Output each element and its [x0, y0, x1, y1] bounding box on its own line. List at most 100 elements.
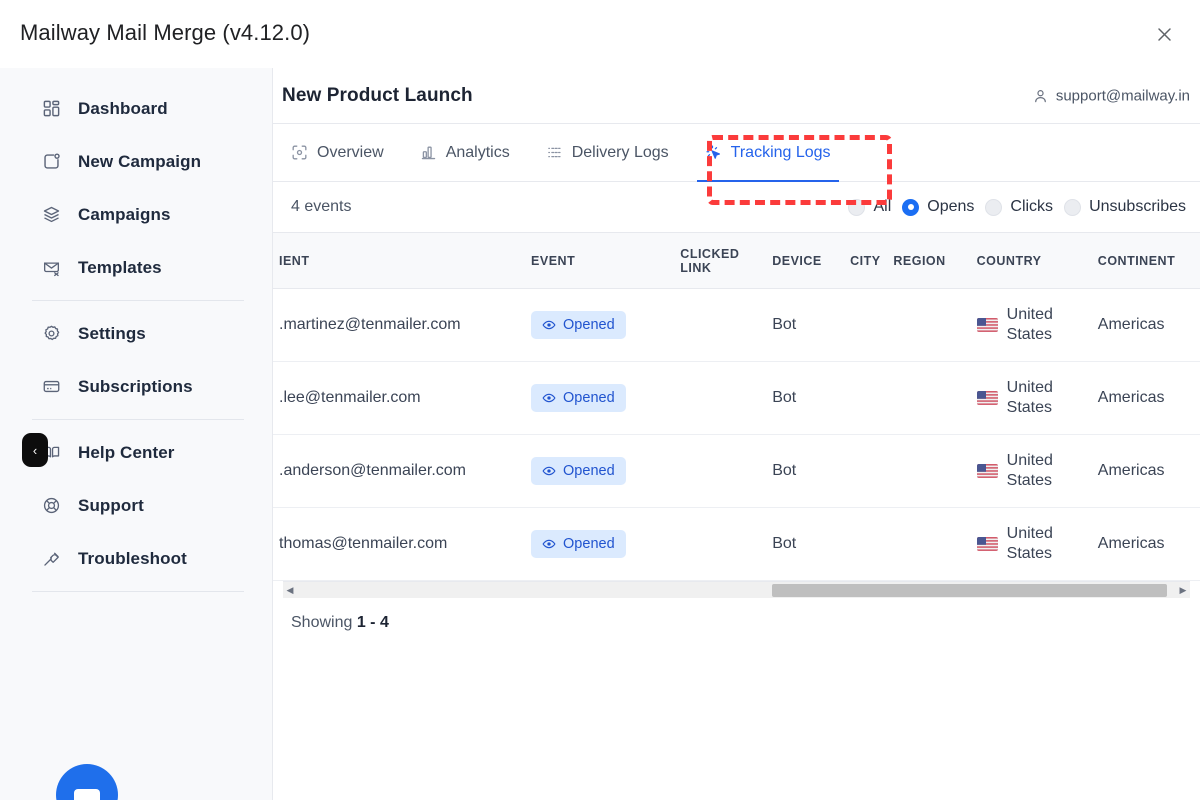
tab-label: Analytics	[446, 144, 510, 162]
cell-clicked-link	[674, 362, 766, 435]
sidebar-item-label: Settings	[78, 324, 146, 344]
us-flag-icon	[977, 537, 998, 551]
eye-icon	[542, 318, 556, 332]
scroll-left-arrow-icon[interactable]: ◀	[283, 585, 297, 596]
column-header-city[interactable]: CITY	[844, 233, 887, 289]
tracking-logs-icon	[705, 144, 722, 161]
radio-all[interactable]: All	[848, 198, 891, 216]
showing-range: 1 - 4	[357, 614, 389, 631]
sidebar-item-label: Dashboard	[78, 99, 168, 119]
status-badge-label: Opened	[563, 463, 615, 479]
sidebar-nav: Dashboard New Campaign	[0, 68, 272, 592]
status-badge-label: Opened	[563, 317, 615, 333]
cell-continent: Americas	[1092, 362, 1200, 435]
cell-continent: Americas	[1092, 289, 1200, 362]
us-flag-icon	[977, 318, 998, 332]
new-campaign-icon	[40, 151, 62, 173]
dashboard-icon	[40, 98, 62, 120]
sidebar-item-templates[interactable]: Templates	[0, 241, 272, 294]
tab-delivery-logs[interactable]: Delivery Logs	[546, 124, 669, 182]
column-header-event[interactable]: EVENT	[525, 233, 674, 289]
cell-event: Opened	[525, 289, 674, 362]
sidebar-item-subscriptions[interactable]: Subscriptions	[0, 360, 272, 413]
sidebar-divider	[32, 300, 244, 301]
sidebar-item-dashboard[interactable]: Dashboard	[0, 82, 272, 135]
radio-clicks[interactable]: Clicks	[985, 198, 1053, 216]
showing-label: Showing	[291, 614, 352, 631]
column-header-recipient[interactable]: IENT	[273, 233, 525, 289]
eye-icon	[542, 537, 556, 551]
sidebar-divider	[32, 591, 244, 592]
sidebar-collapse-toggle[interactable]: ‹	[22, 433, 48, 467]
cell-recipient: thomas@tenmailer.com	[273, 508, 525, 581]
cell-region	[887, 508, 970, 581]
radio-dot-icon	[848, 199, 865, 216]
table-row[interactable]: .anderson@tenmailer.com Opened	[273, 435, 1200, 508]
main-panel: New Product Launch support@mailway.in	[273, 68, 1200, 800]
sidebar-item-label: Support	[78, 496, 144, 516]
cell-clicked-link	[674, 435, 766, 508]
sidebar-item-label: Help Center	[78, 443, 175, 463]
sidebar-item-label: Campaigns	[78, 205, 171, 225]
table-body: .martinez@tenmailer.com Opened	[273, 289, 1200, 581]
cell-continent: Americas	[1092, 435, 1200, 508]
cell-country: United States	[971, 362, 1092, 435]
us-flag-icon	[977, 391, 998, 405]
sidebar-item-label: Templates	[78, 258, 162, 278]
sidebar-item-support[interactable]: Support	[0, 479, 272, 532]
templates-icon	[40, 257, 62, 279]
scrollbar-track[interactable]	[297, 582, 1176, 599]
column-header-country[interactable]: COUNTRY	[971, 233, 1092, 289]
cell-country: United States	[971, 435, 1092, 508]
radio-unsubscribes[interactable]: Unsubscribes	[1064, 198, 1186, 216]
account-email: support@mailway.in	[1056, 87, 1190, 104]
cell-country: United States	[971, 508, 1092, 581]
column-header-clicked-link[interactable]: CLICKED LINK	[674, 233, 766, 289]
table-horizontal-scrollbar[interactable]: ◀ ▶	[283, 581, 1190, 598]
campaign-header: New Product Launch support@mailway.in	[273, 68, 1200, 124]
scrollbar-thumb[interactable]	[772, 584, 1168, 597]
event-type-filter-group: All Opens Clicks Unsubscribes	[848, 198, 1186, 216]
pagination-summary: Showing 1 - 4	[273, 598, 1200, 632]
table-row[interactable]: .martinez@tenmailer.com Opened	[273, 289, 1200, 362]
cell-city	[844, 362, 887, 435]
radio-label: Clicks	[1010, 198, 1053, 216]
cell-recipient: .martinez@tenmailer.com	[273, 289, 525, 362]
cell-city	[844, 435, 887, 508]
sidebar-item-new-campaign[interactable]: New Campaign	[0, 135, 272, 188]
cell-event: Opened	[525, 435, 674, 508]
overview-icon	[291, 144, 308, 161]
status-badge: Opened	[531, 384, 626, 412]
chevron-left-icon: ‹	[33, 444, 37, 457]
tab-analytics[interactable]: Analytics	[420, 124, 510, 182]
cell-city	[844, 289, 887, 362]
radio-dot-icon	[1064, 199, 1081, 216]
radio-opens[interactable]: Opens	[902, 198, 974, 216]
account-menu[interactable]: support@mailway.in	[1033, 87, 1190, 104]
app-window: Mailway Mail Merge (v4.12.0) Dashboard	[0, 0, 1200, 800]
table-row[interactable]: thomas@tenmailer.com Opened Bot	[273, 508, 1200, 581]
sidebar-item-campaigns[interactable]: Campaigns	[0, 188, 272, 241]
column-header-region[interactable]: REGION	[887, 233, 970, 289]
tab-label: Overview	[317, 144, 384, 162]
column-header-device[interactable]: DEVICE	[766, 233, 844, 289]
sidebar-item-label: Subscriptions	[78, 377, 193, 397]
country-name: United States	[1007, 524, 1086, 564]
close-icon[interactable]	[1150, 20, 1178, 48]
sidebar-item-settings[interactable]: Settings	[0, 307, 272, 360]
tab-label: Delivery Logs	[572, 144, 669, 162]
cell-continent: Americas	[1092, 508, 1200, 581]
column-header-continent[interactable]: CONTINENT	[1092, 233, 1200, 289]
table-row[interactable]: .lee@tenmailer.com Opened Bot	[273, 362, 1200, 435]
delivery-logs-icon	[546, 144, 563, 161]
tab-tracking-logs[interactable]: Tracking Logs	[705, 124, 831, 182]
status-badge-label: Opened	[563, 390, 615, 406]
tab-overview[interactable]: Overview	[291, 124, 384, 182]
scroll-right-arrow-icon[interactable]: ▶	[1176, 585, 1190, 596]
cell-event: Opened	[525, 362, 674, 435]
tabbar: Overview Analytics	[273, 124, 1200, 182]
sidebar-item-troubleshoot[interactable]: Troubleshoot	[0, 532, 272, 585]
chat-bubble-icon	[74, 789, 100, 800]
status-badge: Opened	[531, 457, 626, 485]
cell-region	[887, 362, 970, 435]
